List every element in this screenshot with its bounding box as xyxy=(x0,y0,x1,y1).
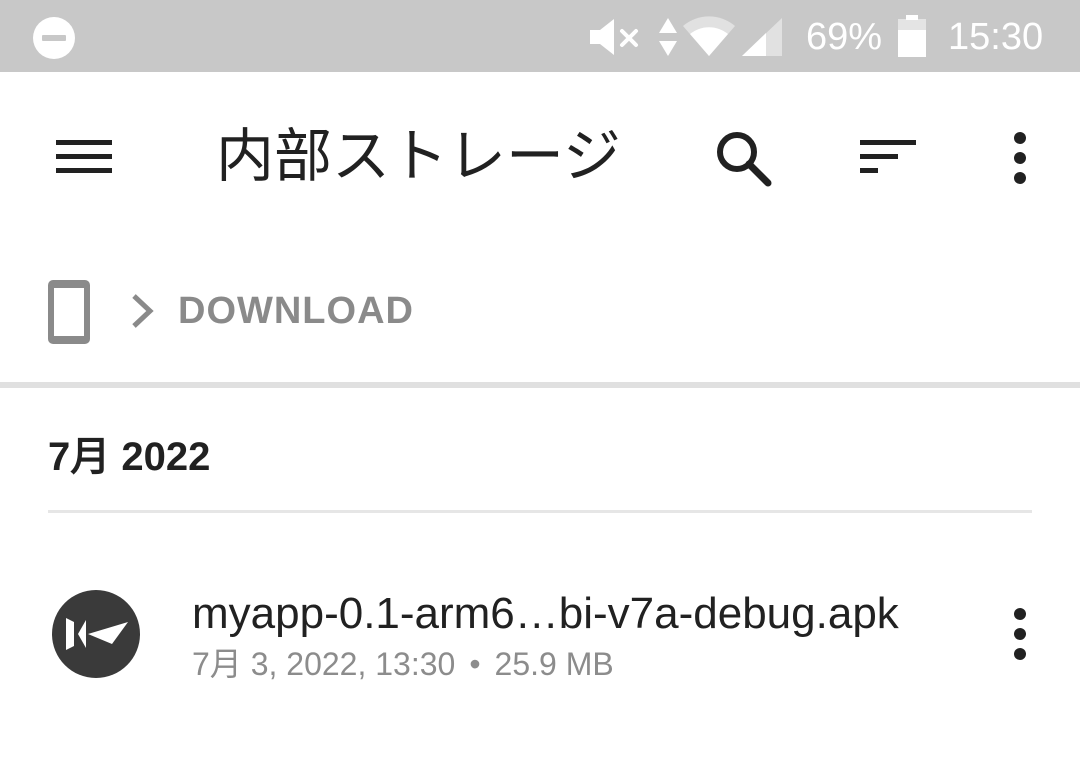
file-date: 7月 3, 2022, 13:30 xyxy=(192,646,456,682)
menu-icon[interactable] xyxy=(54,134,114,178)
battery-percent: 69% xyxy=(806,16,883,58)
toolbar-title: 内部ストレージ xyxy=(216,122,621,190)
clock: 15:30 xyxy=(948,16,1044,58)
file-metadata: 7月 3, 2022, 13:30 • 25.9 MB xyxy=(192,642,614,686)
file-name: myapp-0.1-arm6…bi-v7a-debug.apk xyxy=(192,589,899,638)
toolbar: 内部ストレージ xyxy=(0,72,1080,240)
wifi-icon xyxy=(683,16,735,56)
do-not-disturb-icon xyxy=(33,17,75,59)
mute-icon xyxy=(590,19,638,55)
battery-icon xyxy=(898,15,926,57)
file-more-vert-icon[interactable] xyxy=(1000,604,1040,664)
file-list-item[interactable]: myapp-0.1-arm6…bi-v7a-debug.apk 7月 3, 20… xyxy=(0,540,1080,730)
search-icon[interactable] xyxy=(712,128,776,188)
section-header-month: 7月 2022 xyxy=(48,435,211,479)
section-divider xyxy=(48,510,1032,513)
more-vert-icon[interactable] xyxy=(1000,128,1040,188)
sort-icon[interactable] xyxy=(856,134,920,178)
status-bar: 69% 15:30 xyxy=(0,0,1080,72)
meta-separator: • xyxy=(469,646,481,682)
breadcrumb: DOWNLOAD xyxy=(0,240,1080,384)
data-arrows-icon xyxy=(659,18,677,56)
phone-device-icon[interactable] xyxy=(46,278,92,346)
kivy-app-icon xyxy=(52,590,140,678)
breadcrumb-current[interactable]: DOWNLOAD xyxy=(178,286,414,336)
cell-signal-icon xyxy=(742,18,782,56)
chevron-right-icon xyxy=(132,294,154,328)
file-size: 25.9 MB xyxy=(494,646,614,682)
breadcrumb-divider xyxy=(0,382,1080,388)
